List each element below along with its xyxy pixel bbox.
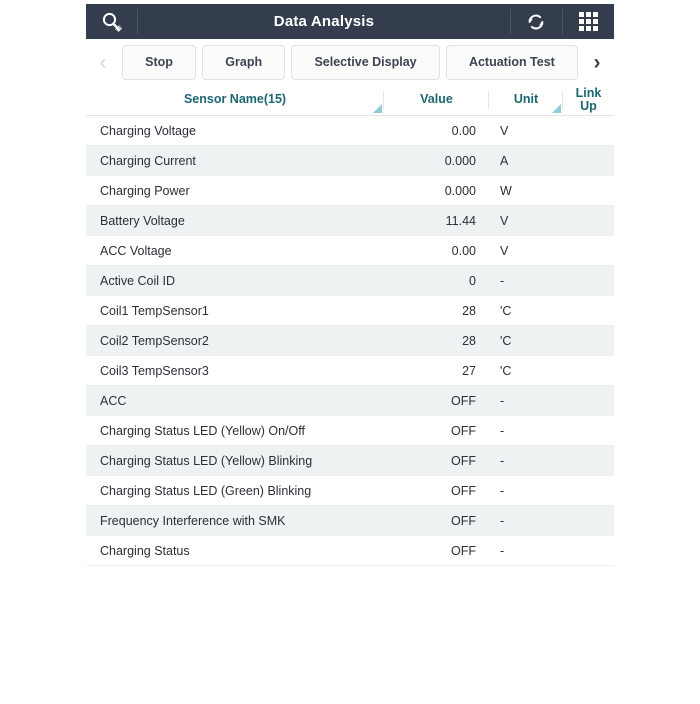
cell-sensor-name: Charging Status LED (Yellow) On/Off	[86, 424, 384, 438]
cell-unit: V	[489, 214, 563, 228]
stop-button[interactable]: Stop	[122, 45, 196, 80]
cell-value: 28	[384, 304, 489, 318]
cell-value: OFF	[384, 484, 489, 498]
table-header-row: Sensor Name(15) Value Unit Link Up	[86, 85, 614, 116]
cell-value: 11.44	[384, 214, 489, 228]
cell-sensor-name: Coil2 TempSensor2	[86, 334, 384, 348]
cell-sensor-name: Charging Current	[86, 154, 384, 168]
cell-sensor-name: ACC Voltage	[86, 244, 384, 258]
table-body: Charging Voltage0.00VCharging Current0.0…	[86, 116, 614, 566]
cell-value: 0.00	[384, 244, 489, 258]
cell-sensor-name: ACC	[86, 394, 384, 408]
cell-unit: A	[489, 154, 563, 168]
table-row[interactable]: Charging Current0.000A	[86, 146, 614, 176]
cell-unit: V	[489, 244, 563, 258]
cell-unit: -	[489, 274, 563, 288]
table-row[interactable]: Frequency Interference with SMKOFF-	[86, 506, 614, 536]
sensor-data-table: Sensor Name(15) Value Unit Link Up Charg…	[86, 85, 614, 566]
cell-sensor-name: Frequency Interference with SMK	[86, 514, 384, 528]
sort-indicator-icon	[552, 104, 561, 113]
table-row[interactable]: Charging Status LED (Yellow) BlinkingOFF…	[86, 446, 614, 476]
column-header-sensor-name-label: Sensor Name(15)	[184, 93, 286, 106]
column-header-unit-label: Unit	[514, 93, 538, 106]
cell-value: 28	[384, 334, 489, 348]
cell-value: OFF	[384, 394, 489, 408]
refresh-button[interactable]	[510, 4, 562, 39]
column-header-link-up-line2: Up	[580, 99, 597, 113]
table-row[interactable]: Charging Status LED (Yellow) On/OffOFF-	[86, 416, 614, 446]
column-header-value-label: Value	[420, 93, 453, 106]
action-toolbar: ‹ Stop Graph Selective Display Actuation…	[86, 39, 614, 85]
grid-menu-button[interactable]	[562, 4, 614, 39]
cell-sensor-name: Charging Voltage	[86, 124, 384, 138]
cell-unit: W	[489, 184, 563, 198]
search-icon	[100, 11, 124, 33]
selective-display-button[interactable]: Selective Display	[291, 45, 440, 80]
cell-sensor-name: Coil3 TempSensor3	[86, 364, 384, 378]
table-row[interactable]: Charging Power0.000W	[86, 176, 614, 206]
cell-unit: -	[489, 424, 563, 438]
table-row[interactable]: Charging Status LED (Green) BlinkingOFF-	[86, 476, 614, 506]
graph-button[interactable]: Graph	[202, 45, 285, 80]
table-row[interactable]: Coil2 TempSensor228'C	[86, 326, 614, 356]
table-row[interactable]: Battery Voltage11.44V	[86, 206, 614, 236]
column-header-link-up[interactable]: Link Up	[563, 85, 614, 115]
toolbar-next-button[interactable]: ›	[584, 45, 610, 79]
cell-unit: -	[489, 544, 563, 558]
grid-menu-icon	[579, 12, 598, 31]
cell-value: 0.000	[384, 154, 489, 168]
table-row[interactable]: ACC Voltage0.00V	[86, 236, 614, 266]
toolbar-prev-button[interactable]: ‹	[90, 45, 116, 79]
cell-value: 0.00	[384, 124, 489, 138]
table-row[interactable]: ACCOFF-	[86, 386, 614, 416]
cell-unit: -	[489, 394, 563, 408]
search-button[interactable]	[86, 4, 138, 39]
cell-unit: -	[489, 454, 563, 468]
cell-sensor-name: Battery Voltage	[86, 214, 384, 228]
table-row[interactable]: Active Coil ID0-	[86, 266, 614, 296]
table-row[interactable]: Coil1 TempSensor128'C	[86, 296, 614, 326]
cell-value: OFF	[384, 514, 489, 528]
data-analysis-app: Data Analysis ‹ Stop Graph Selective Dis…	[86, 4, 614, 566]
cell-value: 0.000	[384, 184, 489, 198]
title-bar: Data Analysis	[86, 4, 614, 39]
cell-sensor-name: Coil1 TempSensor1	[86, 304, 384, 318]
cell-value: OFF	[384, 544, 489, 558]
cell-unit: 'C	[489, 364, 563, 378]
cell-sensor-name: Active Coil ID	[86, 274, 384, 288]
cell-value: OFF	[384, 424, 489, 438]
refresh-icon	[525, 11, 547, 33]
column-header-sensor-name[interactable]: Sensor Name(15)	[86, 85, 384, 115]
cell-value: OFF	[384, 454, 489, 468]
cell-unit: -	[489, 514, 563, 528]
page-title: Data Analysis	[138, 4, 510, 39]
cell-unit: V	[489, 124, 563, 138]
table-row[interactable]: Charging StatusOFF-	[86, 536, 614, 566]
cell-unit: -	[489, 484, 563, 498]
cell-value: 27	[384, 364, 489, 378]
cell-unit: 'C	[489, 334, 563, 348]
table-row[interactable]: Coil3 TempSensor327'C	[86, 356, 614, 386]
cell-sensor-name: Charging Status	[86, 544, 384, 558]
titlebar-actions	[510, 4, 614, 39]
sort-indicator-icon	[373, 104, 382, 113]
cell-value: 0	[384, 274, 489, 288]
actuation-test-button[interactable]: Actuation Test	[446, 45, 578, 80]
cell-sensor-name: Charging Status LED (Green) Blinking	[86, 484, 384, 498]
column-header-link-up-line1: Link	[576, 86, 602, 100]
column-header-value[interactable]: Value	[384, 85, 489, 115]
table-row[interactable]: Charging Voltage0.00V	[86, 116, 614, 146]
cell-unit: 'C	[489, 304, 563, 318]
column-header-unit[interactable]: Unit	[489, 85, 563, 115]
cell-sensor-name: Charging Power	[86, 184, 384, 198]
cell-sensor-name: Charging Status LED (Yellow) Blinking	[86, 454, 384, 468]
